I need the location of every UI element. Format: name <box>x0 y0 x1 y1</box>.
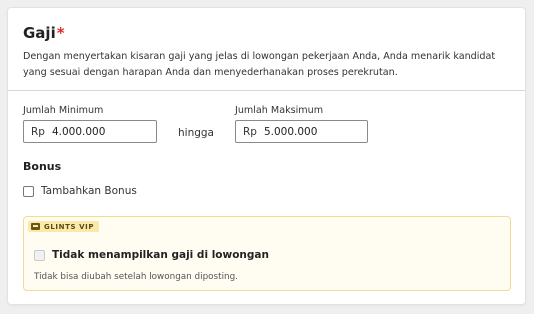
max-currency-prefix: Rp <box>243 125 257 138</box>
min-salary-input[interactable]: Rp 4.000.000 <box>23 120 157 143</box>
min-salary-value: 4.000.000 <box>51 125 106 138</box>
hide-salary-label[interactable]: Tidak menampilkan gaji di lowongan <box>52 249 269 261</box>
range-separator: hingga <box>178 127 214 139</box>
vip-panel: GLINTS VIP Tidak menampilkan gaji di low… <box>23 216 511 291</box>
bonus-heading: Bonus <box>23 160 62 173</box>
vip-badge-text: GLINTS VIP <box>44 222 95 231</box>
min-salary-label: Jumlah Minimum <box>23 105 104 116</box>
add-bonus-label[interactable]: Tambahkan Bonus <box>41 185 137 197</box>
add-bonus-checkbox-row[interactable]: Tambahkan Bonus <box>23 185 137 197</box>
hide-salary-checkbox[interactable] <box>34 249 45 261</box>
section-title-text: Gaji <box>23 24 56 42</box>
section-title: Gaji* <box>23 24 65 42</box>
min-currency-prefix: Rp <box>31 125 45 138</box>
vip-badge: GLINTS VIP <box>28 221 100 232</box>
section-description: Dengan menyertakan kisaran gaji yang jel… <box>23 51 496 78</box>
salary-card: Gaji* Dengan menyertakan kisaran gaji ya… <box>7 7 526 305</box>
add-bonus-checkbox[interactable] <box>23 185 34 197</box>
max-salary-value: 5.000.000 <box>263 125 318 138</box>
crown-icon <box>31 223 40 230</box>
required-marker: * <box>56 24 65 42</box>
max-salary-label: Jumlah Maksimum <box>235 105 324 116</box>
hide-salary-checkbox-row[interactable]: Tidak menampilkan gaji di lowongan <box>34 249 269 261</box>
max-salary-input[interactable]: Rp 5.000.000 <box>235 120 368 143</box>
vip-note: Tidak bisa diubah setelah lowongan dipos… <box>34 272 238 282</box>
divider <box>8 90 525 91</box>
